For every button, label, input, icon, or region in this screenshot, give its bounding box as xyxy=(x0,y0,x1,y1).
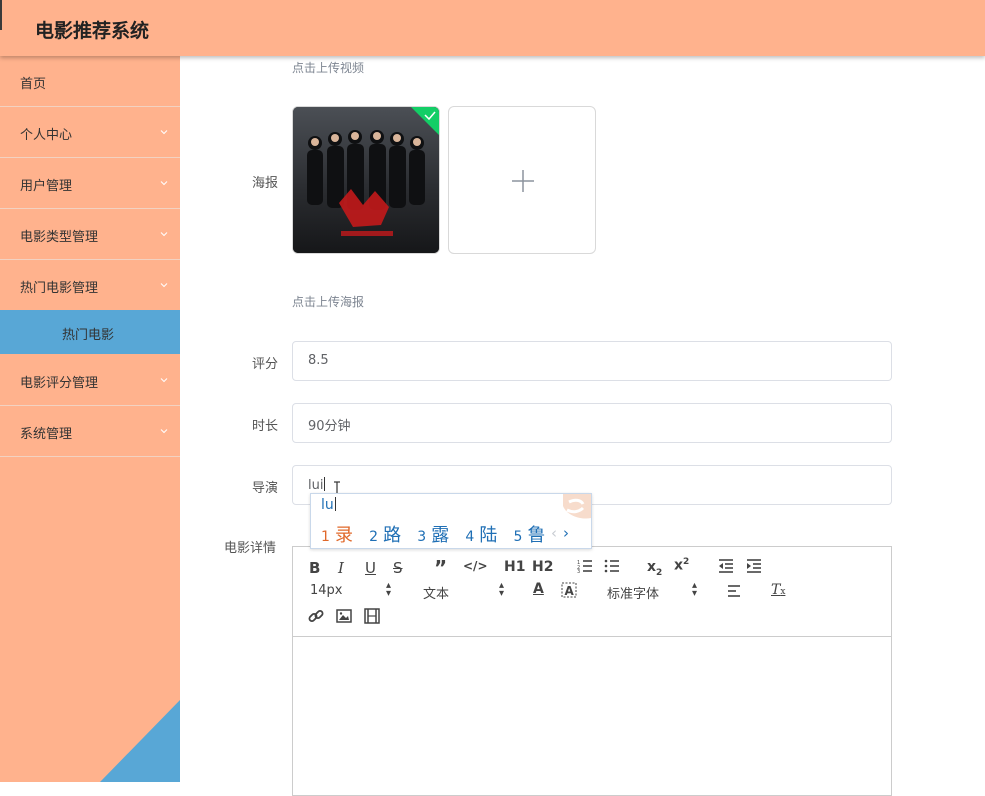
font-color-icon[interactable]: A xyxy=(533,581,544,597)
plus-icon xyxy=(512,170,534,192)
chevron-up-icon xyxy=(160,283,168,288)
ime-candidate[interactable]: 5 鲁 xyxy=(513,521,545,547)
superscript-icon[interactable]: x2 xyxy=(674,557,689,574)
ime-candidate[interactable]: 4 陆 xyxy=(465,521,497,547)
ime-prev-page-button[interactable]: ‹ xyxy=(551,524,557,542)
ime-candidate-list: 1 录 2 路 3 露 4 陆 5 鲁 xyxy=(321,521,556,547)
strikethrough-icon[interactable]: S xyxy=(393,559,403,577)
bold-icon[interactable]: B xyxy=(309,559,320,577)
rich-text-editor: B I U S ” </> H1 H2 123 x2 x2 14px ▴ ▾ 文… xyxy=(292,546,892,796)
sidebar-corner-decoration xyxy=(100,700,180,782)
duration-label: 时长 xyxy=(252,419,279,434)
svg-text:3: 3 xyxy=(577,569,580,573)
sidebar-subitem-hot-movies[interactable]: 热门电影 xyxy=(0,310,180,354)
ime-candidate-popup: lu 1 录 2 路 3 露 4 陆 5 鲁 ‹ › xyxy=(310,493,592,549)
duration-value: 90分钟 xyxy=(308,419,351,434)
video-icon[interactable] xyxy=(364,608,380,624)
sidebar-item-hot-movie-management[interactable]: 热门电影管理 xyxy=(0,260,180,311)
upload-video-hint: 点击上传视频 xyxy=(292,61,365,75)
chevron-down-icon xyxy=(160,232,168,237)
upload-poster-hint: 点击上传海报 xyxy=(292,295,365,309)
sidebar-item-label: 热门电影 xyxy=(62,328,115,343)
subscript-icon[interactable]: x2 xyxy=(647,559,662,578)
chevron-down-icon xyxy=(160,181,168,186)
link-icon[interactable] xyxy=(308,608,324,624)
bullet-list-icon[interactable] xyxy=(604,559,620,573)
font-size-select[interactable]: 14px ▴ ▾ xyxy=(310,581,400,599)
editor-toolbar: B I U S ” </> H1 H2 123 x2 x2 14px ▴ ▾ 文… xyxy=(293,547,891,637)
duration-input[interactable]: 90分钟 xyxy=(292,403,892,443)
italic-icon[interactable]: I xyxy=(338,559,344,577)
heading1-icon[interactable]: H1 xyxy=(504,559,525,575)
ime-composition: lu xyxy=(321,497,336,513)
ime-next-page-button[interactable]: › xyxy=(563,524,569,542)
sidebar-item-home[interactable]: 首页 xyxy=(0,56,180,107)
sidebar-item-label: 电影类型管理 xyxy=(20,230,99,245)
main-content: 点击上传视频 海报 点击上传海报 评分 8.5 时长 90分钟 导演 lui l… xyxy=(180,56,985,796)
app-title: 电影推荐系统 xyxy=(35,20,150,42)
director-label: 导演 xyxy=(252,481,279,496)
chevron-down-icon xyxy=(160,429,168,434)
image-icon[interactable] xyxy=(336,608,352,624)
sidebar-item-personal-center[interactable]: 个人中心 xyxy=(0,107,180,158)
chevron-down-icon xyxy=(160,130,168,135)
upload-success-check-icon xyxy=(411,107,439,135)
ime-candidate[interactable]: 3 露 xyxy=(417,521,449,547)
heading2-icon[interactable]: H2 xyxy=(532,559,553,575)
rating-input[interactable]: 8.5 xyxy=(292,341,892,381)
background-color-icon[interactable]: A xyxy=(561,582,577,598)
sidebar-item-movie-type-management[interactable]: 电影类型管理 xyxy=(0,209,180,260)
sidebar-item-label: 系统管理 xyxy=(20,427,73,442)
ime-candidate[interactable]: 2 路 xyxy=(369,521,401,547)
outdent-icon[interactable] xyxy=(718,559,734,573)
sidebar-item-user-management[interactable]: 用户管理 xyxy=(0,158,180,209)
ordered-list-icon[interactable]: 123 xyxy=(577,559,593,573)
ime-logo-icon xyxy=(563,494,591,519)
sidebar-item-movie-rating-management[interactable]: 电影评分管理 xyxy=(0,355,180,406)
sidebar-item-label: 首页 xyxy=(20,77,47,92)
chevron-down-icon xyxy=(160,378,168,383)
sidebar-item-system-management[interactable]: 系统管理 xyxy=(0,406,180,457)
underline-icon[interactable]: U xyxy=(365,559,376,577)
svg-text:A: A xyxy=(565,584,575,598)
sidebar-item-label: 热门电影管理 xyxy=(20,281,99,296)
top-header: 电影推荐系统 xyxy=(0,0,985,56)
editor-content-area[interactable] xyxy=(293,637,891,795)
poster-upload-button[interactable] xyxy=(448,106,596,254)
rating-label: 评分 xyxy=(252,357,279,372)
block-format-select[interactable]: 文本 ▴ ▾ xyxy=(423,581,513,603)
indent-icon[interactable] xyxy=(746,559,762,573)
ime-candidate[interactable]: 1 录 xyxy=(321,521,353,547)
sidebar-item-label: 个人中心 xyxy=(20,128,73,143)
rating-value: 8.5 xyxy=(308,353,329,368)
blockquote-icon[interactable]: ” xyxy=(434,556,447,580)
poster-label: 海报 xyxy=(252,176,279,191)
director-value: lui xyxy=(308,477,326,493)
font-family-select[interactable]: 标准字体 ▴ ▾ xyxy=(607,581,707,603)
ime-page-nav: ‹ › xyxy=(551,524,569,542)
clear-format-icon[interactable]: Tx xyxy=(771,582,785,598)
code-block-icon[interactable]: </> xyxy=(463,559,488,573)
window-edge xyxy=(0,0,2,30)
align-left-icon[interactable] xyxy=(727,584,743,598)
sidebar-item-label: 电影评分管理 xyxy=(20,376,99,391)
poster-thumbnail[interactable] xyxy=(292,106,440,254)
sidebar: 首页 个人中心 用户管理 电影类型管理 热门电影管理 热门电影 电影评分管理 系… xyxy=(0,56,180,782)
sidebar-item-label: 用户管理 xyxy=(20,179,73,194)
details-label: 电影详情 xyxy=(224,541,277,556)
